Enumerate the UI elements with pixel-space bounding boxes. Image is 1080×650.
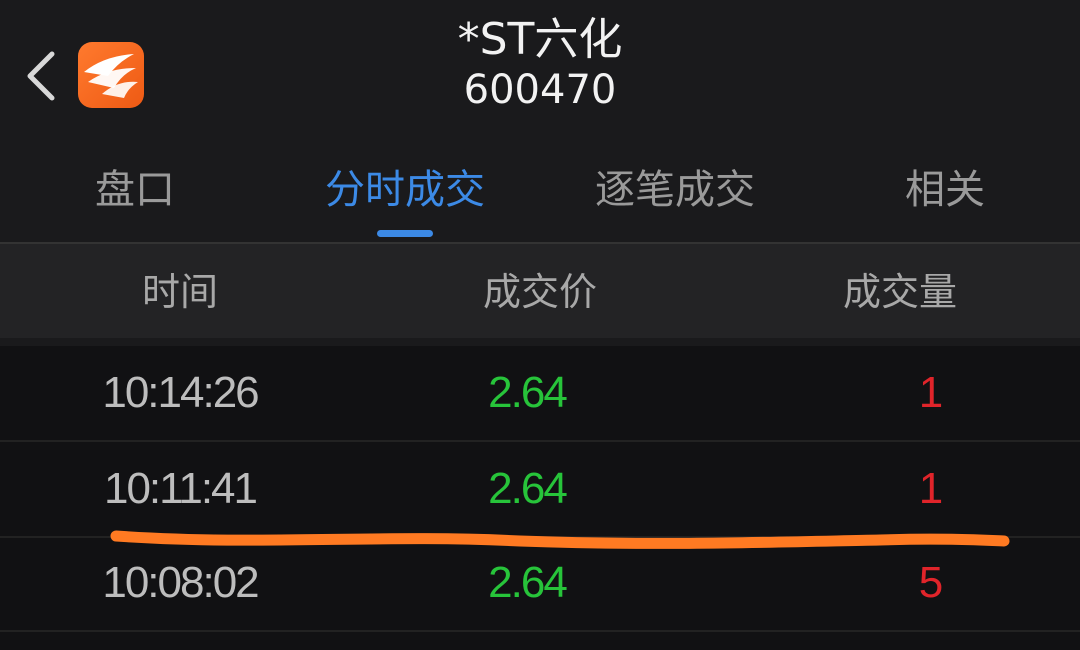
stock-code: 600470 [463, 67, 617, 113]
trade-time: 10:11:41 [103, 464, 258, 513]
tab-minute-trades[interactable]: 分时成交 [290, 160, 520, 220]
table-header: 时间 成交价 成交量 [0, 244, 1080, 338]
trade-volume: 1 [918, 464, 943, 513]
trade-price: 2.64 [488, 558, 568, 607]
tab-bar: 盘口 分时成交 逐笔成交 相关 [0, 140, 1080, 244]
stock-name: *ST六化 [457, 14, 623, 65]
trade-time: 10:08:02 [102, 558, 259, 607]
trade-list[interactable]: 10:14:26 2.64 1 10:11:41 2.64 1 10:08:02… [0, 346, 1080, 650]
tab-order-book[interactable]: 盘口 [40, 160, 230, 220]
active-tab-indicator [377, 230, 433, 237]
trade-time: 10:14:26 [102, 368, 259, 417]
table-row: 10:08:02 2.64 5 [0, 536, 1080, 632]
app-header: *ST六化 600470 [0, 0, 1080, 140]
trade-price: 2.64 [488, 464, 568, 513]
table-row: 10:14:26 2.64 1 [0, 346, 1080, 442]
table-row: 10:11:41 2.64 1 [0, 442, 1080, 538]
column-header-volume: 成交量 [842, 270, 957, 314]
column-header-price: 成交价 [482, 270, 597, 314]
trade-volume: 1 [918, 368, 943, 417]
trade-volume: 5 [918, 558, 943, 607]
tab-related[interactable]: 相关 [850, 160, 1040, 220]
trade-price: 2.64 [488, 368, 568, 417]
column-header-time: 时间 [141, 270, 218, 314]
tab-tick-trades[interactable]: 逐笔成交 [560, 160, 790, 220]
